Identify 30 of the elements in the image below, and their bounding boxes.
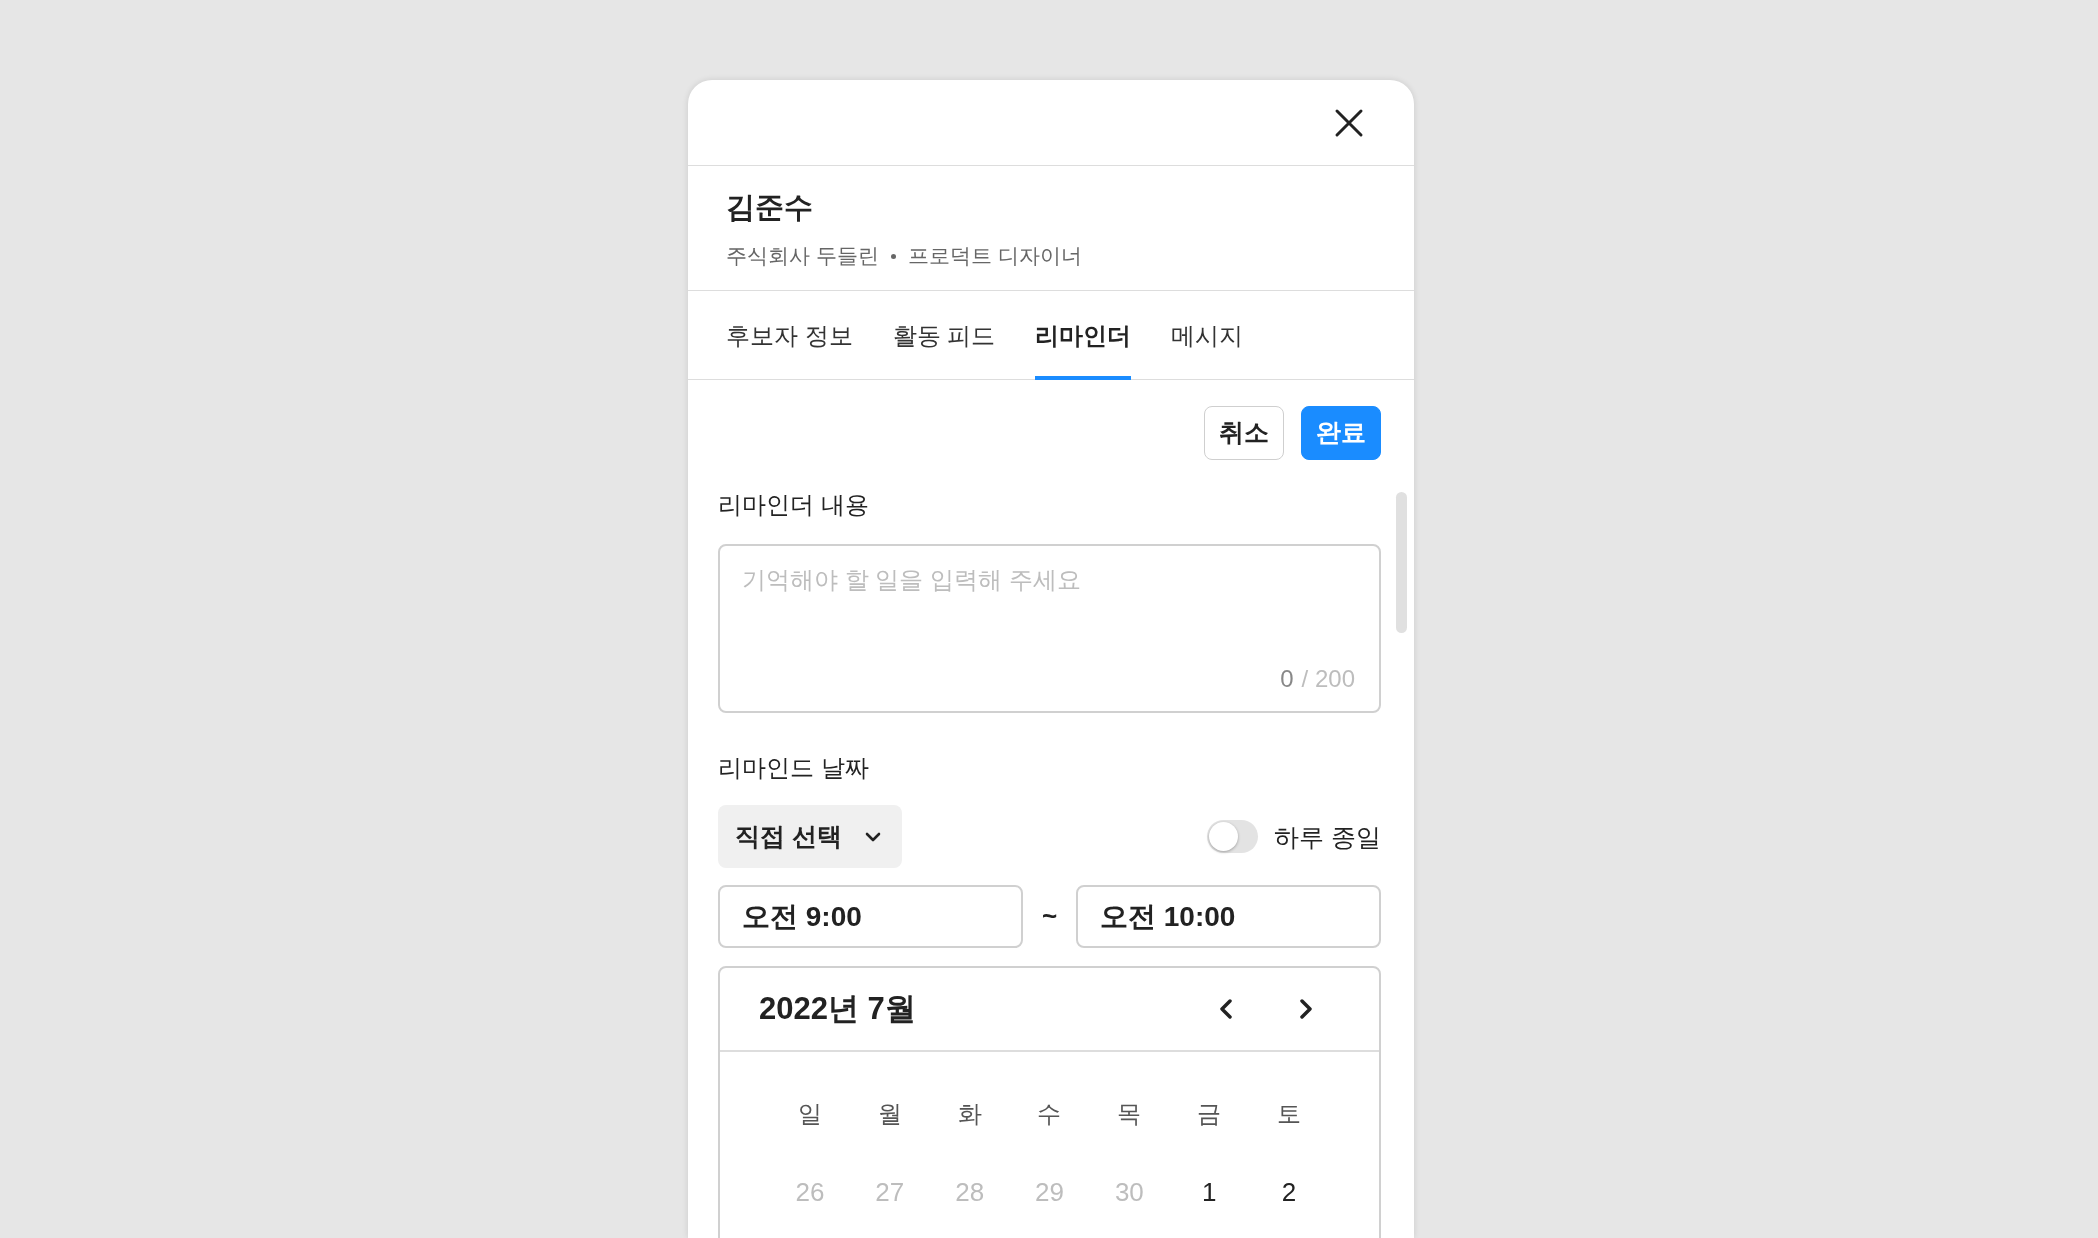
scrollbar-thumb[interactable] [1396,492,1407,633]
end-time-field[interactable]: 오전 10:00 [1076,885,1381,948]
company-name: 주식회사 두들린 [726,243,879,269]
calendar-day[interactable]: 1 [1201,1172,1217,1212]
character-limit: / 200 [1301,664,1355,694]
all-day-toggle[interactable] [1207,820,1259,853]
candidate-name: 김준수 [726,190,813,225]
tab[interactable]: 리마인더 [1035,291,1132,380]
weekday-label: 일 [797,1099,822,1129]
close-icon[interactable] [1334,107,1364,138]
weekday-label: 토 [1277,1099,1302,1129]
weekday-label: 월 [877,1099,902,1129]
date-mode-dropdown[interactable]: 직접 선택 [718,805,902,868]
field-label: 리마인더 내용 [718,490,869,520]
weekday-label: 금 [1197,1099,1222,1129]
start-time-field[interactable]: 오전 9:00 [718,885,1023,948]
job-title: 프로덕트 디자이너 [907,243,1082,269]
range-separator: ~ [1040,900,1059,933]
tab[interactable]: 활동 피드 [892,291,996,380]
character-count: 0 [1280,664,1294,694]
cancel-button[interactable]: 취소 [1204,406,1284,460]
calendar-month-title: 2022년 7월 [759,989,916,1028]
weekday-label: 화 [957,1099,982,1129]
tab[interactable]: 메시지 [1171,291,1244,380]
tab[interactable]: 후보자 정보 [726,291,853,380]
field-label: 리마인드 날짜 [718,753,869,783]
weekday-label: 수 [1037,1099,1062,1129]
toggle-label: 하루 종일 [1274,821,1381,853]
weekday-label: 목 [1117,1099,1142,1129]
calendar-day[interactable]: 2 [1281,1172,1297,1212]
